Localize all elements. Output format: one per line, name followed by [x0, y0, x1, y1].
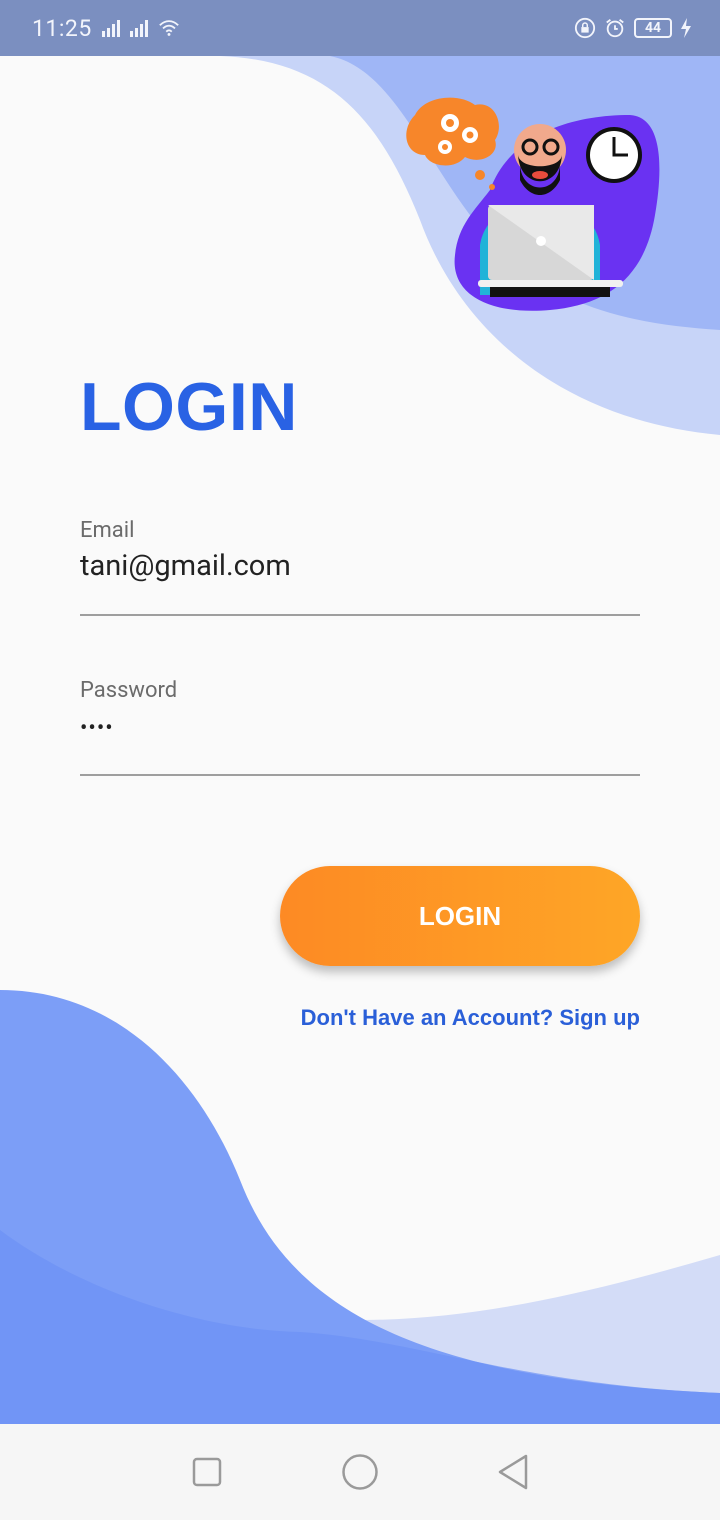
password-masked: ••••	[80, 716, 114, 741]
email-input[interactable]: tani@gmail.com	[80, 549, 640, 589]
charging-icon	[681, 18, 691, 38]
page-title: LOGIN	[80, 369, 298, 445]
password-field[interactable]: Password ••••	[80, 678, 640, 776]
status-bar: 11:25 44	[0, 0, 720, 56]
developer-illustration	[406, 97, 660, 311]
password-label: Password	[80, 678, 178, 703]
password-underline	[80, 774, 640, 776]
status-time: 11:25	[32, 14, 92, 42]
home-icon	[342, 1454, 378, 1490]
back-button[interactable]	[493, 1452, 533, 1492]
navigation-bar	[0, 1424, 720, 1520]
back-icon	[499, 1454, 528, 1490]
signal-icon	[101, 19, 120, 37]
status-left: 11:25	[32, 15, 180, 42]
login-button-label: LOGIN	[418, 900, 502, 931]
email-underline	[80, 614, 640, 616]
password-input[interactable]: ••••	[80, 709, 640, 749]
email-field[interactable]: Email tani@gmail.com	[80, 518, 640, 616]
battery-level: 44	[644, 20, 662, 36]
email-label: Email	[80, 518, 135, 543]
wifi-icon	[158, 20, 179, 36]
status-right: 44	[574, 17, 692, 39]
login-button[interactable]: LOGIN	[280, 866, 640, 966]
lock-rotation-icon	[574, 17, 596, 39]
recent-apps-button[interactable]	[187, 1452, 227, 1492]
signup-link[interactable]: Don't Have an Account? Sign up	[301, 1005, 640, 1031]
recent-apps-icon	[192, 1457, 221, 1487]
home-button[interactable]	[340, 1452, 380, 1492]
signal-icon	[129, 19, 148, 37]
alarm-icon	[606, 19, 624, 38]
battery-icon: 44	[634, 18, 672, 38]
